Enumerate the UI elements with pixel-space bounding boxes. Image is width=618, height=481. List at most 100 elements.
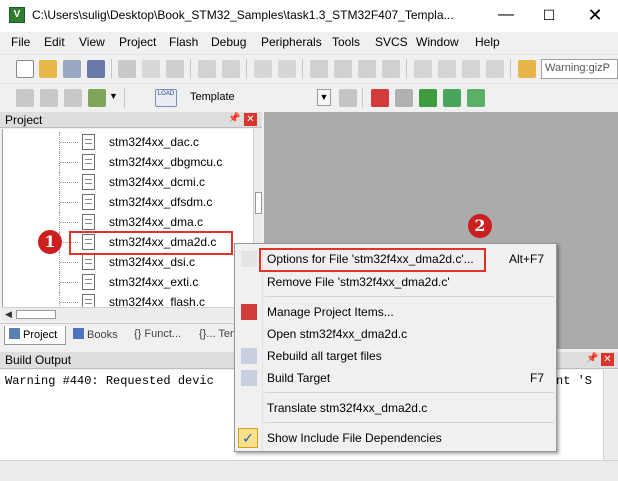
navigate-forward-icon[interactable] bbox=[278, 60, 296, 78]
maximize-button[interactable]: ☐ bbox=[526, 0, 572, 30]
find-combo-box[interactable]: Warning:gizP bbox=[541, 59, 618, 79]
bookmark-icon[interactable] bbox=[310, 60, 328, 78]
unindent-icon[interactable] bbox=[438, 60, 456, 78]
build-vertical-scrollbar[interactable] bbox=[604, 370, 618, 460]
menu-item-open-file[interactable]: Open stm32f4xx_dma2d.c bbox=[235, 323, 556, 345]
toolbar-separator bbox=[302, 59, 303, 79]
tab-functions-label: {} Funct... bbox=[134, 328, 182, 340]
tree-horizontal-scrollbar[interactable]: ◀ ▶ bbox=[2, 307, 253, 321]
tab-books[interactable]: Books bbox=[69, 326, 127, 345]
menu-item-translate[interactable]: Translate stm32f4xx_dma2d.c bbox=[235, 397, 556, 419]
file-label: stm32f4xx_flash.c bbox=[109, 295, 206, 307]
pack-installer-icon[interactable] bbox=[467, 89, 485, 107]
menu-item-label: Build Target bbox=[267, 371, 331, 385]
navigate-back-icon[interactable] bbox=[254, 60, 272, 78]
prev-bookmark-icon[interactable] bbox=[334, 60, 352, 78]
menu-debug[interactable]: Debug bbox=[211, 35, 246, 49]
open-folder-icon[interactable] bbox=[39, 60, 57, 78]
menu-flash[interactable]: Flash bbox=[169, 35, 198, 49]
menu-item-label: Manage Project Items... bbox=[267, 305, 394, 319]
find-in-files-icon[interactable] bbox=[518, 60, 536, 78]
batch-build-icon[interactable] bbox=[88, 89, 106, 107]
tree-item-file[interactable]: stm32f4xx_dcmi.c bbox=[3, 172, 253, 192]
menu-separator bbox=[265, 392, 554, 393]
target-select[interactable]: Template bbox=[186, 88, 332, 108]
select-packs-icon[interactable] bbox=[419, 89, 437, 107]
menu-item-rebuild-all[interactable]: Rebuild all target files bbox=[235, 345, 556, 367]
file-extensions-icon[interactable] bbox=[395, 89, 413, 107]
next-bookmark-icon[interactable] bbox=[358, 60, 376, 78]
tree-item-file[interactable]: stm32f4xx_dma.c bbox=[3, 212, 253, 232]
minimize-button[interactable]: — bbox=[483, 0, 529, 30]
tree-connector bbox=[59, 292, 79, 307]
menu-peripherals[interactable]: Peripherals bbox=[261, 35, 322, 49]
menu-svcs[interactable]: SVCS bbox=[375, 35, 408, 49]
menu-file[interactable]: File bbox=[11, 35, 30, 49]
menu-separator bbox=[265, 296, 554, 297]
tree-connector bbox=[59, 252, 79, 272]
c-file-icon bbox=[82, 214, 95, 230]
copy-icon[interactable] bbox=[142, 60, 160, 78]
menu-edit[interactable]: Edit bbox=[44, 35, 65, 49]
tree-item-file[interactable]: stm32f4xx_dsi.c bbox=[3, 252, 253, 272]
undo-icon[interactable] bbox=[198, 60, 216, 78]
translate-icon[interactable] bbox=[16, 89, 34, 107]
cut-icon[interactable] bbox=[118, 60, 136, 78]
tree-item-file[interactable]: stm32f4xx_dbgmcu.c bbox=[3, 152, 253, 172]
menu-window[interactable]: Window bbox=[416, 35, 459, 49]
manage-project-items-icon[interactable] bbox=[371, 89, 389, 107]
uncomment-icon[interactable] bbox=[486, 60, 504, 78]
scrollbar-thumb[interactable] bbox=[16, 310, 56, 319]
project-tree: stm32f4xx_dac.c stm32f4xx_dbgmcu.c stm32… bbox=[2, 129, 253, 307]
tree-connector bbox=[59, 212, 79, 232]
chevron-down-icon[interactable]: ▼ bbox=[317, 89, 331, 106]
window-title: C:\Users\sulig\Desktop\Book_STM32_Sample… bbox=[32, 8, 454, 22]
build-horizontal-scrollbar[interactable] bbox=[0, 460, 618, 481]
target-options-icon[interactable] bbox=[339, 89, 357, 107]
toolbar-separator bbox=[406, 59, 407, 79]
menu-tools[interactable]: Tools bbox=[332, 35, 360, 49]
tab-project[interactable]: Project bbox=[4, 326, 66, 345]
paste-icon[interactable] bbox=[166, 60, 184, 78]
manage-rte-icon[interactable] bbox=[443, 89, 461, 107]
tab-functions[interactable]: {} Funct... bbox=[130, 326, 192, 345]
menu-project[interactable]: Project bbox=[119, 35, 156, 49]
menu-item-build-target[interactable]: Build Target F7 bbox=[235, 367, 556, 389]
menu-item-remove-file[interactable]: Remove File 'stm32f4xx_dma2d.c' bbox=[235, 271, 556, 293]
scroll-left-icon[interactable]: ◀ bbox=[5, 309, 12, 320]
comment-icon[interactable] bbox=[462, 60, 480, 78]
menu-help[interactable]: Help bbox=[475, 35, 500, 49]
load-download-icon[interactable]: LOAD bbox=[155, 89, 177, 107]
panel-close-icon[interactable]: ✕ bbox=[244, 113, 257, 126]
save-icon[interactable] bbox=[63, 60, 81, 78]
menu-item-show-include-dependencies[interactable]: ✓ Show Include File Dependencies bbox=[235, 427, 556, 449]
title-bar: V C:\Users\sulig\Desktop\Book_STM32_Samp… bbox=[0, 0, 618, 32]
build-icon[interactable] bbox=[40, 89, 58, 107]
new-file-icon[interactable] bbox=[16, 60, 34, 78]
menu-item-shortcut: Alt+F7 bbox=[508, 252, 544, 266]
file-label: stm32f4xx_dbgmcu.c bbox=[109, 155, 223, 169]
tree-connector bbox=[59, 172, 79, 192]
rebuild-icon[interactable] bbox=[64, 89, 82, 107]
pin-icon[interactable]: 📌 bbox=[228, 113, 240, 124]
tree-item-file[interactable]: stm32f4xx_dfsdm.c bbox=[3, 192, 253, 212]
tree-item-file[interactable]: stm32f4xx_flash.c bbox=[3, 292, 253, 307]
menu-item-shortcut: F7 bbox=[529, 371, 544, 385]
save-all-icon[interactable] bbox=[87, 60, 105, 78]
tree-item-file[interactable]: stm32f4xx_exti.c bbox=[3, 272, 253, 292]
tree-connector bbox=[59, 152, 79, 172]
scrollbar-thumb[interactable] bbox=[255, 192, 262, 214]
tree-item-file[interactable]: stm32f4xx_dac.c bbox=[3, 132, 253, 152]
close-button[interactable]: ✕ bbox=[572, 0, 618, 30]
menu-item-manage-project-items[interactable]: Manage Project Items... bbox=[235, 301, 556, 323]
menu-bar: File Edit View Project Flash Debug Perip… bbox=[0, 32, 618, 52]
indent-icon[interactable] bbox=[414, 60, 432, 78]
menu-view[interactable]: View bbox=[79, 35, 105, 49]
panel-close-icon[interactable]: ✕ bbox=[601, 353, 614, 366]
file-label: stm32f4xx_dma.c bbox=[109, 215, 204, 229]
pin-icon[interactable]: 📌 bbox=[586, 353, 598, 364]
chevron-down-icon[interactable]: ▼ bbox=[109, 91, 118, 101]
clear-bookmarks-icon[interactable] bbox=[382, 60, 400, 78]
context-menu: Options for File 'stm32f4xx_dma2d.c'... … bbox=[234, 243, 557, 452]
redo-icon[interactable] bbox=[222, 60, 240, 78]
